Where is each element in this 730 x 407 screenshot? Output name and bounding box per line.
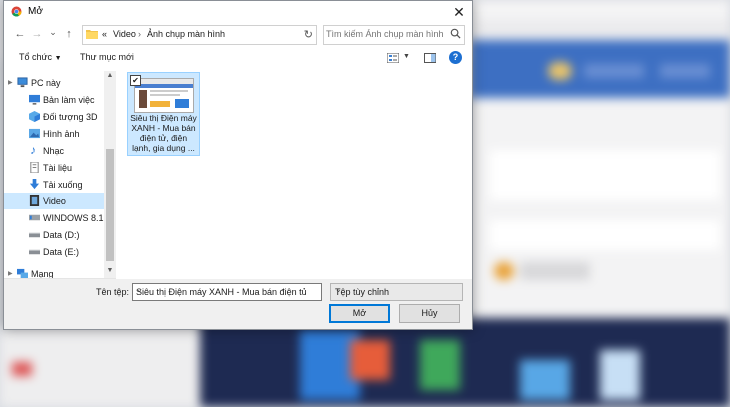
chevron-down-icon: ▼ [54, 55, 62, 62]
desktop-icon [29, 94, 40, 105]
nav-item-label: Đối tượng 3D [43, 112, 98, 122]
close-button[interactable]: ✕ [450, 3, 468, 21]
view-options-icon[interactable] [387, 53, 399, 63]
nav-item-label: Video [43, 196, 66, 206]
nav-item-drive-c[interactable]: WINDOWS 8.1 (C [4, 210, 116, 226]
nav-item-label: Nhạc [43, 146, 65, 156]
toolbar: Tổ chức ▼ Thư mục mới ▼ ? [4, 47, 472, 69]
chrome-icon [11, 6, 22, 17]
open-file-dialog: Mở ✕ ← → ⌄ ↑ « Video › Ảnh chụp màn hình… [3, 0, 473, 330]
chevron-down-icon: ⌄ [335, 285, 342, 294]
download-icon [29, 179, 40, 190]
title-bar: Mở ✕ [4, 1, 472, 23]
search-input[interactable] [326, 28, 444, 40]
breadcrumb-video[interactable]: Video [113, 29, 136, 39]
window-title: Mở [28, 6, 43, 17]
chevron-down-icon[interactable]: ⌄ [136, 285, 306, 294]
document-icon [30, 162, 39, 173]
nav-item-label: Bản làm việc [43, 95, 95, 105]
nav-item-label: Data (E:) [43, 247, 80, 257]
search-box[interactable] [323, 25, 465, 45]
preview-pane-icon[interactable] [424, 53, 436, 63]
nav-item-documents[interactable]: Tài liệu [4, 160, 104, 176]
scroll-down-icon[interactable]: ▼ [104, 267, 116, 274]
search-icon [450, 28, 461, 39]
nav-item-label: Tài liệu [43, 163, 73, 173]
open-button[interactable]: Mở [329, 304, 390, 323]
file-item[interactable]: ✔ Siêu thị Điện máy XANH - Mua bán điện … [127, 72, 200, 156]
filename-input[interactable]: Siêu thị Điện máy XANH - Mua bán điện tử… [132, 283, 322, 301]
file-checkbox[interactable]: ✔ [130, 75, 141, 86]
file-name: Siêu thị Điện máy XANH - Mua bán điện tử… [130, 113, 197, 153]
close-icon: ✕ [453, 4, 465, 20]
nav-item-label: Hình ảnh [43, 129, 80, 139]
nav-item-pictures[interactable]: Hình ảnh [4, 126, 104, 142]
breadcrumb-separator: › [138, 29, 141, 39]
drive-icon [29, 249, 40, 255]
video-icon [29, 195, 40, 206]
drive-icon [29, 232, 40, 238]
organize-button[interactable]: Tổ chức ▼ [19, 52, 62, 62]
nav-item-drive-d[interactable]: Data (D:) [4, 227, 104, 243]
organize-label: Tổ chức [19, 52, 53, 62]
nav-item-music[interactable]: ♪ Nhạc [4, 143, 104, 159]
nav-item-label: Data (D:) [43, 230, 80, 240]
filename-label: Tên tệp: [96, 287, 130, 297]
navigation-scrollbar[interactable]: ▲ ▼ [104, 71, 116, 278]
cancel-button[interactable]: Hủy [399, 304, 460, 323]
recent-locations-button[interactable]: ⌄ [47, 27, 59, 38]
breadcrumb-overflow[interactable]: « [102, 29, 107, 39]
nav-item-video[interactable]: Video [4, 193, 104, 209]
navigation-pane: ▶ PC này Bản làm việc Đối tượng 3D Hình … [4, 71, 116, 281]
filetype-select[interactable]: Tệp tùy chỉnh ⌄ [330, 283, 463, 301]
scroll-up-icon[interactable]: ▲ [104, 72, 116, 79]
new-folder-button[interactable]: Thư mục mới [80, 52, 134, 62]
nav-item-3d-objects[interactable]: Đối tượng 3D [4, 109, 104, 125]
drive-icon [29, 214, 40, 221]
nav-item-label: PC này [31, 78, 61, 88]
address-bar[interactable]: « Video › Ảnh chụp màn hình ↻ [82, 25, 317, 45]
back-button[interactable]: ← [14, 28, 26, 40]
pictures-icon [29, 128, 40, 139]
file-thumbnail [134, 78, 194, 113]
nav-item-drive-e[interactable]: Data (E:) [4, 244, 104, 260]
file-list: ✔ Siêu thị Điện máy XANH - Mua bán điện … [118, 69, 470, 279]
computer-icon [17, 77, 28, 88]
scrollbar-thumb[interactable] [106, 149, 114, 261]
nav-item-label: Tải xuống [43, 180, 83, 190]
music-icon: ♪ [30, 143, 36, 157]
nav-item-desktop[interactable]: Bản làm việc [4, 92, 104, 108]
cube-icon [29, 111, 40, 122]
dialog-footer: Tên tệp: Siêu thị Điện máy XANH - Mua bá… [4, 279, 472, 329]
breadcrumb-screenshots[interactable]: Ảnh chụp màn hình [147, 29, 225, 39]
up-button[interactable]: ↑ [63, 28, 75, 40]
view-dropdown-icon[interactable]: ▼ [403, 53, 410, 60]
nav-item-downloads[interactable]: Tải xuống [4, 177, 104, 193]
forward-button[interactable]: → [31, 28, 43, 40]
folder-icon [86, 30, 98, 39]
nav-item-this-pc[interactable]: ▶ PC này [4, 75, 104, 91]
refresh-icon[interactable]: ↻ [304, 28, 313, 41]
help-icon[interactable]: ? [449, 51, 462, 64]
